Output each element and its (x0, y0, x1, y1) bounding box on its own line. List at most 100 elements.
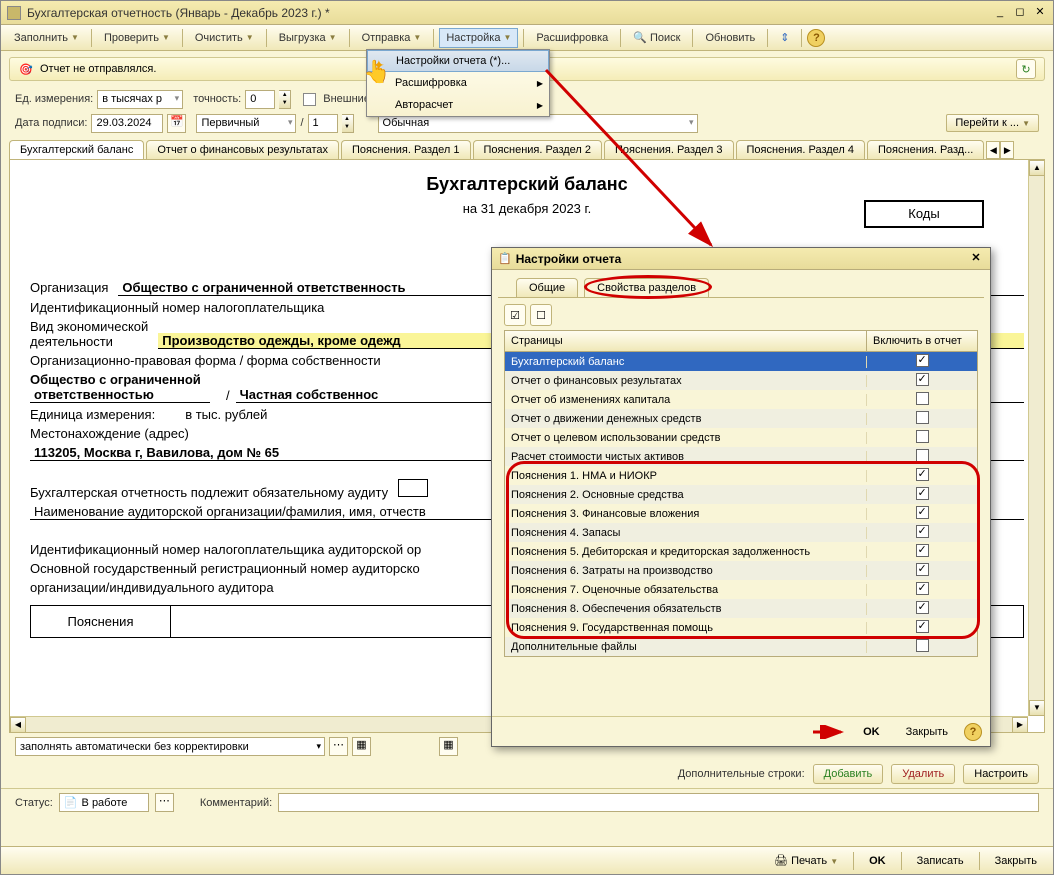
dialog-body: ☑ ☐ Страницы Включить в отчет Бухгалтерс… (498, 297, 984, 717)
configure-rows-button[interactable]: Настроить (963, 764, 1039, 784)
dialog-help-button[interactable]: ? (964, 723, 982, 741)
section-row[interactable]: Отчет о финансовых результатах (505, 371, 977, 390)
section-checkbox[interactable] (916, 563, 929, 576)
section-checkbox[interactable] (916, 449, 929, 462)
tab-finresults[interactable]: Отчет о финансовых результатах (146, 140, 339, 159)
tab-notes-2[interactable]: Пояснения. Раздел 2 (473, 140, 603, 159)
export-button[interactable]: Выгрузка▼ (272, 28, 344, 48)
goto-button[interactable]: Перейти к ... ▼ (946, 114, 1039, 132)
uncheck-all-button[interactable]: ☐ (530, 304, 552, 326)
dialog-tab-sections[interactable]: Свойства разделов (584, 278, 709, 297)
section-checkbox[interactable] (916, 354, 929, 367)
delete-row-button[interactable]: Удалить (891, 764, 955, 784)
section-row[interactable]: Пояснения 2. Основные средства (505, 485, 977, 504)
tab-notes-4[interactable]: Пояснения. Раздел 4 (736, 140, 866, 159)
section-row[interactable]: Пояснения 1. НМА и НИОКР (505, 466, 977, 485)
section-row[interactable]: Отчет о целевом использовании средств (505, 428, 977, 447)
sign-date-field[interactable]: 29.03.2024 (91, 114, 163, 133)
tab-next-button[interactable]: ▶ (1000, 141, 1014, 159)
section-checkbox[interactable] (916, 487, 929, 500)
update-button[interactable]: Обновить (698, 28, 762, 48)
status-field[interactable]: 📄В работе (59, 793, 149, 812)
tab-notes-5[interactable]: Пояснения. Разд... (867, 140, 984, 159)
calendar-button[interactable]: 📅 (167, 114, 186, 133)
dialog-tabs: Общие Свойства разделов (492, 270, 990, 297)
dialog-close-button[interactable]: ✕ (968, 251, 984, 267)
ok-button[interactable]: OK (861, 852, 894, 870)
close-button-footer[interactable]: Закрыть (987, 852, 1045, 870)
section-checkbox[interactable] (916, 430, 929, 443)
section-checkbox[interactable] (916, 544, 929, 557)
section-name: Дополнительные файлы (505, 641, 867, 653)
section-checkbox[interactable] (916, 392, 929, 405)
section-row[interactable]: Пояснения 9. Государственная помощь (505, 618, 977, 637)
section-row[interactable]: Пояснения 5. Дебиторская и кредиторская … (505, 542, 977, 561)
save-button[interactable]: Записать (909, 852, 972, 870)
menu-autocalc[interactable]: Авторасчет▶ (367, 94, 549, 116)
report-num-spinner[interactable]: ▲▼ (342, 114, 354, 133)
audit-checkbox[interactable] (398, 479, 428, 497)
fill-mode-btn-3[interactable]: ▦ (439, 737, 458, 756)
report-type-field[interactable]: Первичный (196, 114, 296, 133)
maximize-button[interactable]: ◻ (1013, 6, 1027, 20)
dialog-tab-general[interactable]: Общие (516, 278, 578, 297)
refresh-status-button[interactable]: ↻ (1016, 59, 1036, 79)
close-button[interactable]: ✕ (1033, 6, 1047, 20)
settings-button[interactable]: Настройка▼ (439, 28, 518, 48)
window-title: Бухгалтерская отчетность (Январь - Декаб… (27, 6, 993, 20)
send-button[interactable]: Отправка▼ (355, 28, 429, 48)
fill-mode-btn-2[interactable]: ▦ (352, 737, 371, 756)
section-checkbox[interactable] (916, 411, 929, 424)
help-button[interactable]: ? (807, 29, 825, 47)
fill-mode-combo[interactable]: заполнять автоматически без корректировк… (15, 737, 325, 756)
menu-decrypt[interactable]: Расшифровка▶ (367, 72, 549, 94)
section-row[interactable]: Бухгалтерский баланс (505, 352, 977, 371)
slash-label: / (300, 117, 303, 129)
dialog-ok-button[interactable]: OK (853, 723, 890, 741)
dialog-close-btn[interactable]: Закрыть (896, 723, 958, 741)
sort-icon-button[interactable]: ⇕ (773, 27, 796, 48)
section-row[interactable]: Пояснения 3. Финансовые вложения (505, 504, 977, 523)
section-row[interactable]: Пояснения 4. Запасы (505, 523, 977, 542)
section-row[interactable]: Дополнительные файлы (505, 637, 977, 656)
tab-notes-3[interactable]: Пояснения. Раздел 3 (604, 140, 734, 159)
doc-scrollbar-v[interactable]: ▲ ▼ (1028, 160, 1044, 716)
section-checkbox[interactable] (916, 525, 929, 538)
decrypt-button[interactable]: Расшифровка (529, 28, 615, 48)
fill-mode-btn-1[interactable]: ⋯ (329, 737, 348, 756)
section-row[interactable]: Пояснения 7. Оценочные обязательства (505, 580, 977, 599)
section-checkbox[interactable] (916, 601, 929, 614)
section-row[interactable]: Пояснения 8. Обеспечения обязательств (505, 599, 977, 618)
section-row[interactable]: Отчет о движении денежных средств (505, 409, 977, 428)
external-data-checkbox[interactable] (303, 93, 316, 106)
minimize-button[interactable]: _ (993, 6, 1007, 20)
print-button[interactable]: 🖨 Печать ▼ (766, 851, 846, 870)
menu-report-settings[interactable]: Настройки отчета (*)... (367, 50, 549, 72)
precision-field[interactable]: 0 (245, 90, 275, 109)
section-row[interactable]: Расчет стоимости чистых активов (505, 447, 977, 466)
comment-label: Комментарий: (200, 797, 272, 809)
search-button[interactable]: 🔍Поиск (626, 27, 687, 48)
tab-notes-1[interactable]: Пояснения. Раздел 1 (341, 140, 471, 159)
check-all-button[interactable]: ☑ (504, 304, 526, 326)
section-checkbox[interactable] (916, 620, 929, 633)
section-checkbox[interactable] (916, 582, 929, 595)
comment-field[interactable] (278, 793, 1039, 812)
section-checkbox[interactable] (916, 506, 929, 519)
clear-button[interactable]: Очистить▼ (188, 28, 261, 48)
section-row[interactable]: Отчет об изменениях капитала (505, 390, 977, 409)
report-num-field[interactable]: 1 (308, 114, 338, 133)
status-picker-button[interactable]: ⋯ (155, 793, 174, 812)
add-row-button[interactable]: Добавить (813, 764, 884, 784)
precision-spinner[interactable]: ▲▼ (279, 90, 291, 109)
fill-button[interactable]: Заполнить▼ (7, 28, 86, 48)
tab-prev-button[interactable]: ◀ (986, 141, 1000, 159)
section-checkbox[interactable] (916, 639, 929, 652)
section-checkbox[interactable] (916, 373, 929, 386)
units-field[interactable]: в тысячах р (97, 90, 183, 109)
tab-balance[interactable]: Бухгалтерский баланс (9, 140, 144, 159)
section-checkbox[interactable] (916, 468, 929, 481)
addr-label: Местонахождение (адрес) (30, 426, 189, 441)
section-row[interactable]: Пояснения 6. Затраты на производство (505, 561, 977, 580)
check-button[interactable]: Проверить▼ (97, 28, 177, 48)
